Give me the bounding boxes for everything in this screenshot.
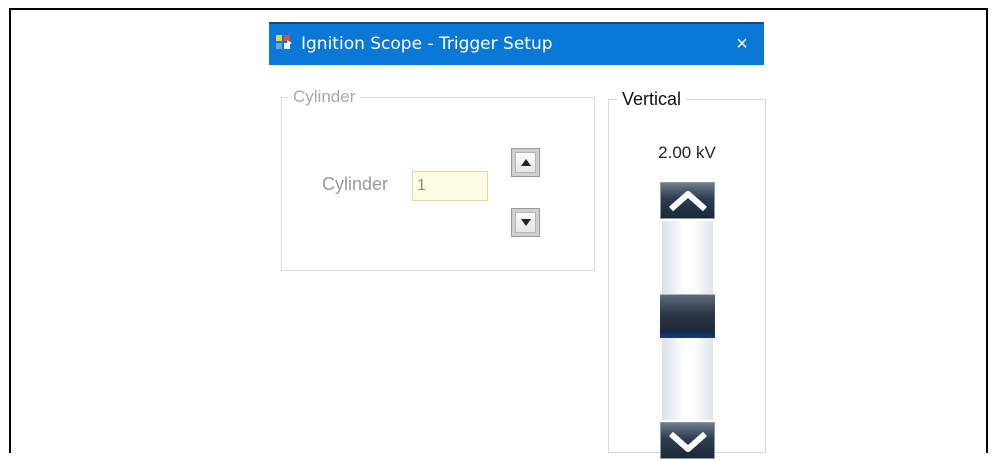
vertical-up-button[interactable] <box>660 182 715 219</box>
close-button[interactable]: × <box>730 30 754 58</box>
cylinder-increment-button[interactable] <box>511 148 540 177</box>
triangle-up-icon <box>521 159 531 166</box>
cylinder-label: Cylinder <box>322 174 389 194</box>
cylinder-group: Cylinder Cylinder <box>281 87 595 271</box>
vertical-scroll-thumb[interactable] <box>660 294 715 338</box>
vertical-down-button[interactable] <box>660 422 715 459</box>
chevron-down-icon <box>669 431 707 452</box>
triangle-down-icon <box>521 219 531 226</box>
cylinder-increment-face <box>515 152 536 173</box>
cylinder-input[interactable] <box>412 171 488 201</box>
chevron-up-icon <box>669 191 707 212</box>
vertical-group-legend: Vertical <box>622 89 682 109</box>
window-title: Ignition Scope - Trigger Setup <box>301 34 553 54</box>
title-bar[interactable]: Ignition Scope - Trigger Setup × <box>269 22 764 65</box>
trigger-setup-dialog: Cylinder Cylinder Vertical 2.00 kV <box>269 65 766 461</box>
vertical-group: Vertical 2.00 kV <box>608 89 766 459</box>
cylinder-group-legend: Cylinder <box>293 87 356 106</box>
app-icon <box>275 34 293 52</box>
cylinder-decrement-button[interactable] <box>511 208 540 237</box>
cylinder-decrement-face <box>515 212 536 233</box>
vertical-scale-value: 2.00 kV <box>658 143 716 162</box>
